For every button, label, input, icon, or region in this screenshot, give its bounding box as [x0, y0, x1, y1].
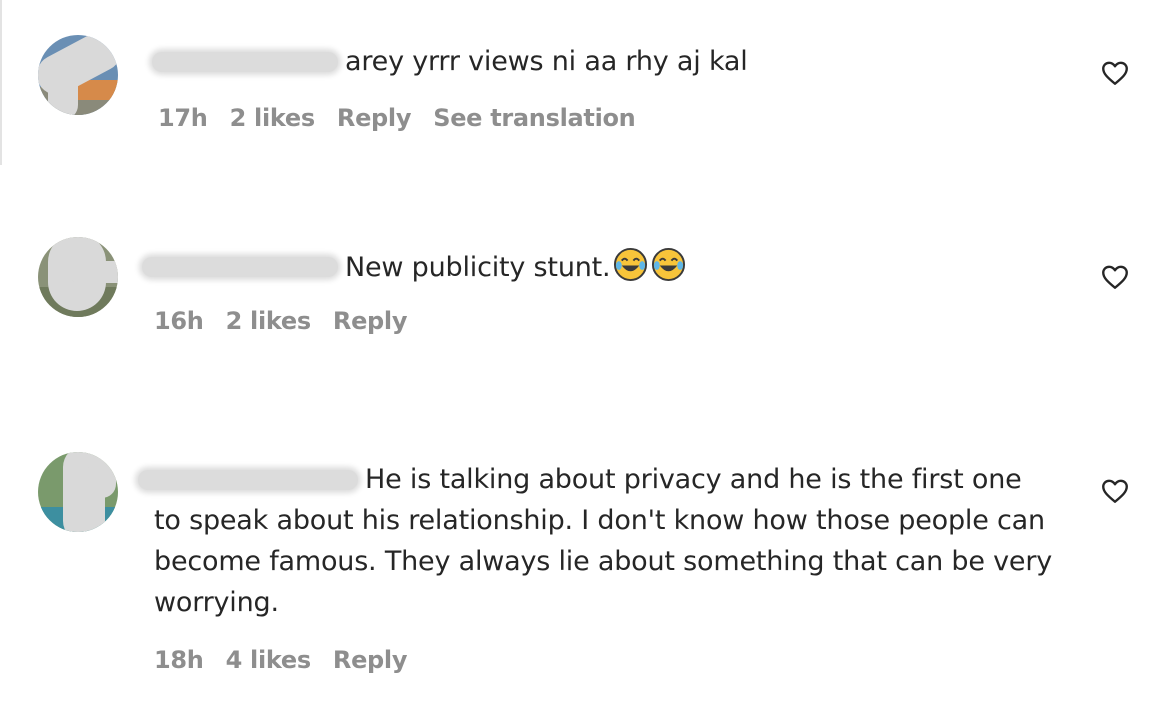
comment-3: He is talking about privacy and he is th…	[0, 440, 1161, 702]
comment-meta: 18h 4 likes Reply	[154, 646, 408, 674]
comment-1: arey yrrr views ni aa rhy aj kal 17h 2 l…	[0, 0, 1161, 160]
comment-time[interactable]: 17h	[158, 104, 208, 132]
likes-count[interactable]: 2 likes	[230, 104, 316, 132]
heart-icon[interactable]	[1100, 476, 1130, 506]
comment-text: arey yrrr views ni aa rhy aj kal	[345, 46, 748, 77]
comment-meta: 17h 2 likes Reply See translation	[158, 104, 636, 132]
comment-text: New publicity stunt.	[345, 247, 686, 288]
likes-count[interactable]: 2 likes	[226, 307, 312, 335]
reply-button[interactable]: Reply	[333, 646, 408, 674]
comment-time[interactable]: 18h	[154, 646, 204, 674]
avatar[interactable]	[38, 237, 118, 317]
face-with-tears-of-joy-icon	[652, 247, 686, 282]
comment-text-body: New publicity stunt.	[345, 252, 611, 283]
username-redacted[interactable]	[142, 257, 338, 277]
comment-time[interactable]: 16h	[154, 307, 204, 335]
username-redacted[interactable]	[152, 52, 338, 72]
likes-count[interactable]: 4 likes	[226, 646, 312, 674]
reply-button[interactable]: Reply	[337, 104, 412, 132]
heart-icon[interactable]	[1100, 58, 1130, 88]
reply-button[interactable]: Reply	[333, 307, 408, 335]
face-with-tears-of-joy-icon	[614, 247, 648, 282]
avatar[interactable]	[38, 35, 118, 115]
heart-icon[interactable]	[1100, 262, 1130, 292]
comment-meta: 16h 2 likes Reply	[154, 307, 408, 335]
comment-2: New publicity stunt. 16h 2 likes Reply	[0, 200, 1161, 360]
avatar[interactable]	[38, 452, 118, 532]
comment-text: He is talking about privacy and he is th…	[154, 464, 1053, 618]
see-translation-button[interactable]: See translation	[433, 104, 636, 132]
